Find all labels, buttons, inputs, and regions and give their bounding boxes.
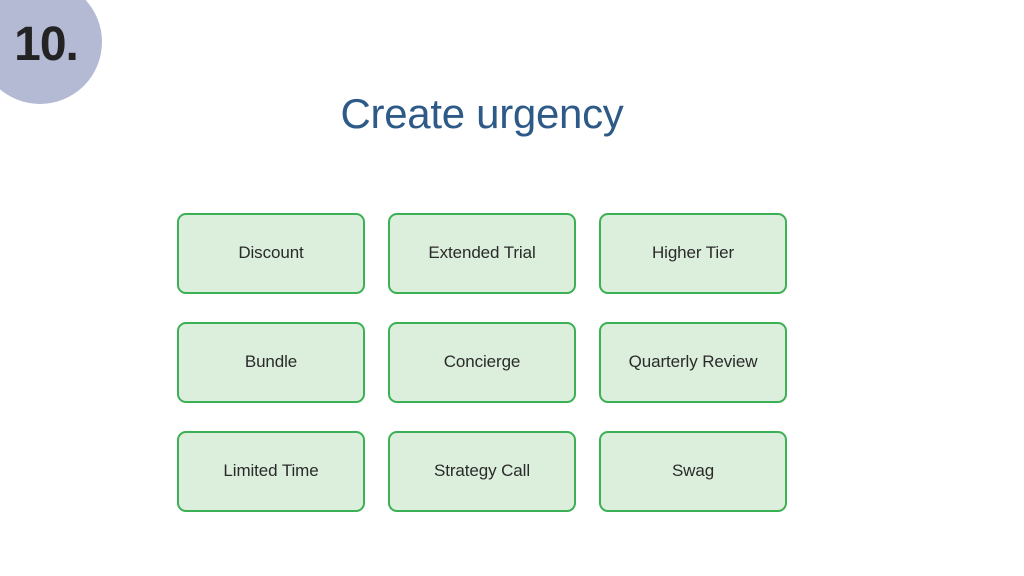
tactic-card-label: Bundle [244, 352, 298, 372]
step-number-badge: 10. [0, 0, 102, 104]
tactic-card-label: Swag [671, 461, 715, 481]
tactic-card-concierge[interactable]: Concierge [388, 322, 576, 403]
tactic-card-swag[interactable]: Swag [599, 431, 787, 512]
tactic-card-limited-time[interactable]: Limited Time [177, 431, 365, 512]
tactic-card-discount[interactable]: Discount [177, 213, 365, 294]
tactic-card-label: Discount [238, 243, 304, 263]
tactic-card-extended-trial[interactable]: Extended Trial [388, 213, 576, 294]
tactic-card-higher-tier[interactable]: Higher Tier [599, 213, 787, 294]
tactic-card-bundle[interactable]: Bundle [177, 322, 365, 403]
tactic-card-quarterly-review[interactable]: Quarterly Review [599, 322, 787, 403]
tactic-card-strategy-call[interactable]: Strategy Call [388, 431, 576, 512]
tactic-card-label: Strategy Call [433, 461, 531, 481]
step-number-label: 10. [14, 18, 79, 71]
tactic-card-label: Quarterly Review [628, 352, 758, 372]
tactics-card-grid: Discount Extended Trial Higher Tier Bund… [177, 213, 788, 512]
tactic-card-label: Extended Trial [428, 243, 536, 263]
tactic-card-label: Higher Tier [651, 243, 735, 263]
slide-canvas: 10. Create urgency Discount Extended Tri… [0, 0, 1024, 576]
tactic-card-label: Concierge [443, 352, 521, 372]
tactic-card-label: Limited Time [223, 461, 319, 481]
page-title: Create urgency [340, 90, 624, 138]
